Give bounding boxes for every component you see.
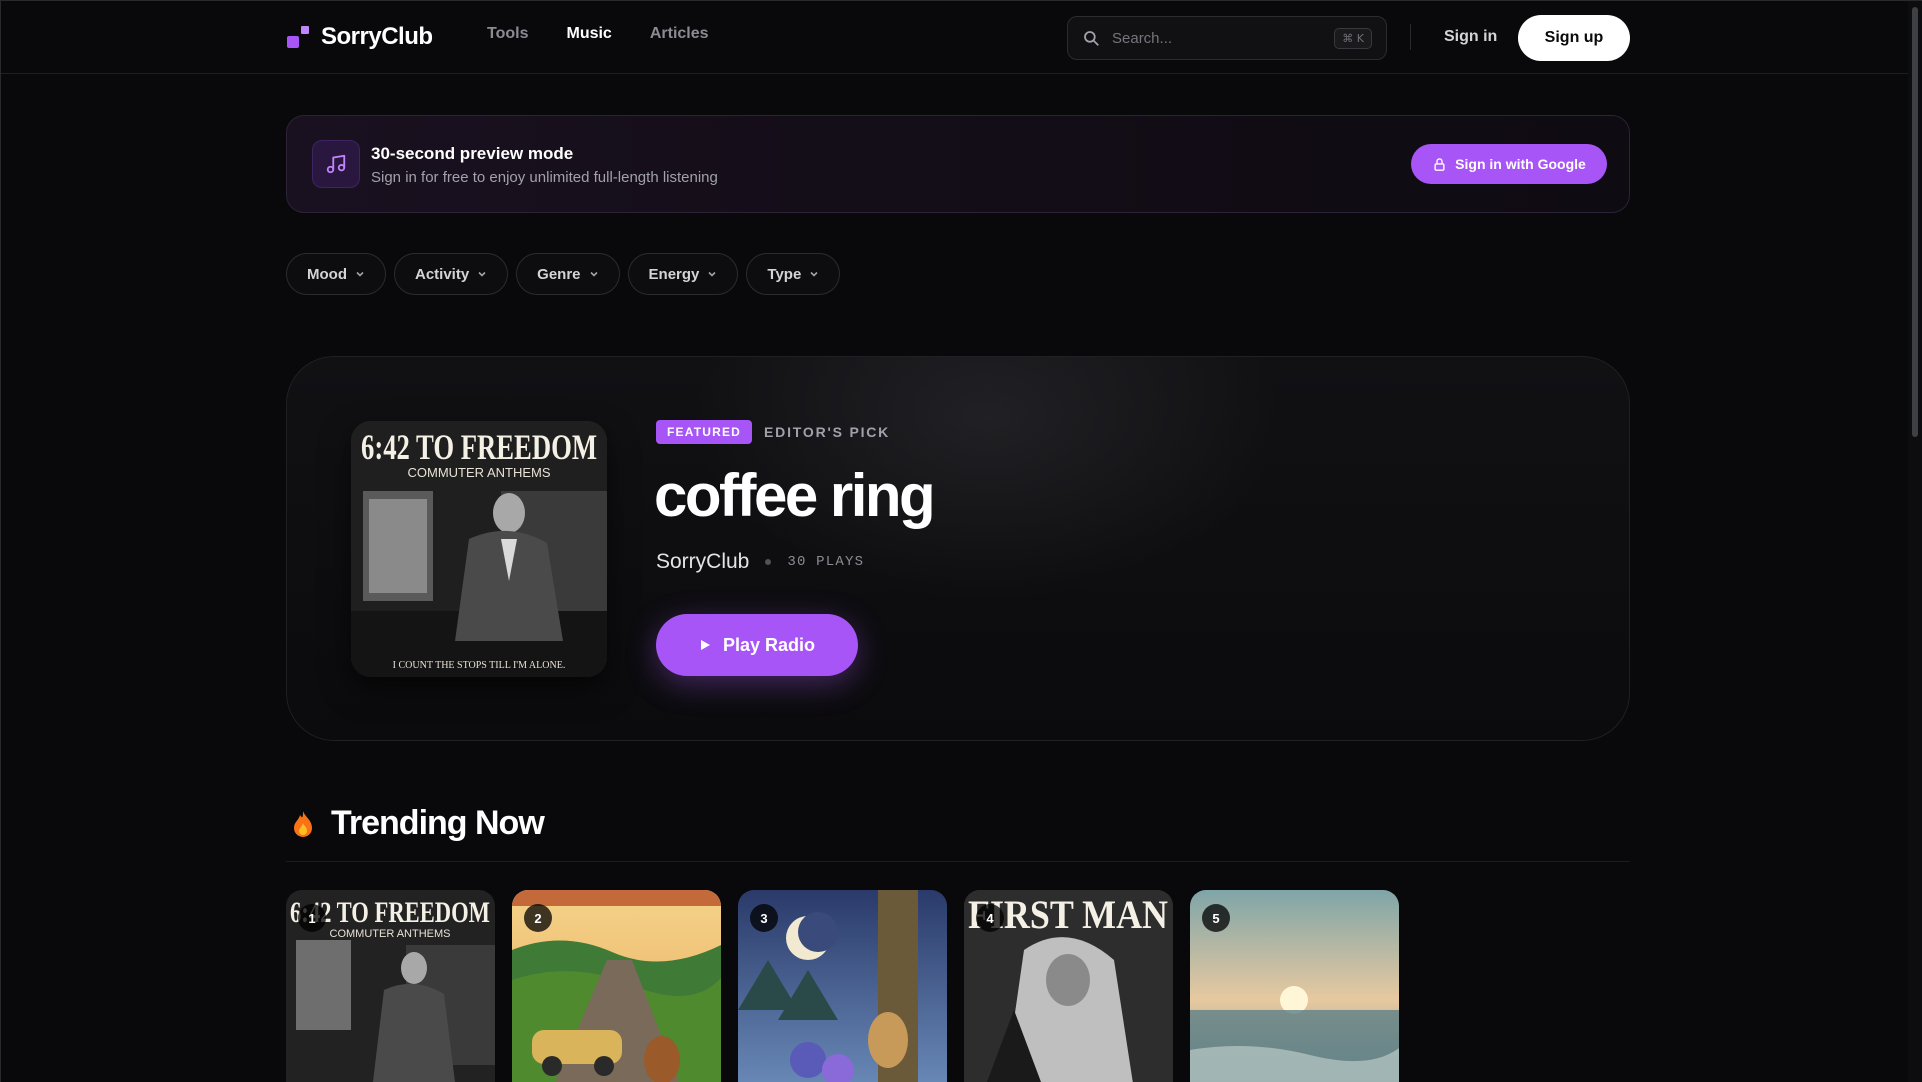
- cover-headline: 6:42 TO FREEDOM: [361, 427, 597, 467]
- sign-in-link[interactable]: Sign in: [1444, 28, 1497, 46]
- brand-logo-icon: [287, 26, 309, 48]
- filter-label: Activity: [414, 265, 470, 283]
- nav-link-tools[interactable]: Tools: [487, 25, 528, 43]
- trending-cards: 6:42 TO FREEDOM COMMUTER ANTHEMS 1 2 3 F…: [286, 890, 1399, 1082]
- sign-in-with-google-button[interactable]: Sign in with Google: [1411, 144, 1607, 184]
- trending-card[interactable]: 6:42 TO FREEDOM COMMUTER ANTHEMS 1: [286, 890, 495, 1082]
- filter-mood-dropdown[interactable]: Mood: [286, 253, 386, 295]
- filter-label: Type: [767, 265, 802, 283]
- main-nav: Tools Music Articles: [487, 25, 709, 43]
- rank-badge: 5: [1202, 904, 1230, 932]
- sign-in-with-google-label: Sign in with Google: [1455, 156, 1586, 172]
- filter-label: Genre: [537, 265, 581, 283]
- filter-genre-dropdown[interactable]: Genre: [516, 253, 620, 295]
- search-shortcut-hint: ⌘ K: [1334, 27, 1372, 49]
- banner-title: 30-second preview mode: [371, 144, 574, 163]
- sign-up-button[interactable]: Sign up: [1518, 15, 1630, 61]
- banner-subtitle: Sign in for free to enjoy unlimited full…: [371, 169, 718, 186]
- featured-artist-row: SorryClub 30 PLAYS: [656, 550, 864, 574]
- section-divider: [286, 861, 1630, 862]
- brand-name: SorryClub: [321, 23, 433, 50]
- nav-link-articles[interactable]: Articles: [650, 25, 709, 43]
- trending-card[interactable]: 5: [1190, 890, 1399, 1082]
- filter-activity-dropdown[interactable]: Activity: [393, 253, 509, 295]
- trending-title: Trending Now: [331, 804, 545, 842]
- rank-badge: 1: [298, 904, 326, 932]
- fire-icon: [294, 810, 312, 837]
- featured-meta: FEATURED EDITOR'S PICK: [656, 420, 890, 444]
- cover-footer: I COUNT THE STOPS TILL I'M ALONE.: [393, 660, 566, 671]
- play-radio-label: Play Radio: [722, 634, 816, 655]
- top-navbar: SorryClub Tools Music Articles ⌘ K Sign …: [1, 1, 1911, 74]
- cover-subtitle: COMMUTER ANTHEMS: [408, 465, 551, 480]
- search-input[interactable]: [1112, 29, 1323, 47]
- trending-card[interactable]: 3: [738, 890, 947, 1082]
- featured-album-cover[interactable]: 6:42 TO FREEDOM COMMUTER ANTHEMS I COUNT…: [351, 421, 607, 677]
- filter-energy-dropdown[interactable]: Energy: [627, 253, 739, 295]
- featured-badge: FEATURED: [656, 420, 753, 444]
- rank-badge: 2: [524, 904, 552, 932]
- page: SorryClub Tools Music Articles ⌘ K Sign …: [0, 0, 1922, 1082]
- nav-divider: [1410, 24, 1411, 50]
- search-box[interactable]: ⌘ K: [1067, 16, 1387, 60]
- filter-type-dropdown[interactable]: Type: [746, 253, 841, 295]
- filter-label: Mood: [307, 265, 347, 283]
- nav-link-music[interactable]: Music: [566, 25, 611, 43]
- chevron-down-icon: [810, 271, 818, 277]
- trending-header: Trending Now: [291, 804, 545, 843]
- editors-pick-label: EDITOR'S PICK: [764, 424, 891, 440]
- play-radio-button[interactable]: Play Radio: [656, 614, 858, 676]
- card-subtitle: COMMUTER ANTHEMS: [330, 928, 451, 940]
- page-scrollbar[interactable]: [1908, 1, 1922, 1082]
- featured-artist-name[interactable]: SorryClub: [656, 550, 749, 574]
- rank-badge: 4: [976, 904, 1004, 932]
- play-count: 30 PLAYS: [787, 554, 865, 570]
- separator-dot: [765, 559, 772, 565]
- trending-card[interactable]: 2: [512, 890, 721, 1082]
- scrollbar-thumb[interactable]: [1912, 7, 1918, 437]
- chevron-down-icon: [708, 271, 716, 277]
- chevron-down-icon: [356, 271, 364, 277]
- rank-badge: 3: [750, 904, 778, 932]
- filter-bar: Mood Activity Genre Energy Type: [286, 253, 841, 295]
- featured-track-card: 6:42 TO FREEDOM COMMUTER ANTHEMS I COUNT…: [286, 356, 1630, 741]
- chevron-down-icon: [478, 271, 486, 277]
- featured-track-title[interactable]: coffee ring: [654, 461, 936, 530]
- filter-label: Energy: [648, 265, 700, 283]
- trending-card[interactable]: FIRST MAN 4: [964, 890, 1173, 1082]
- music-note-icon: [312, 140, 360, 188]
- play-icon: [700, 640, 710, 650]
- brand[interactable]: SorryClub: [287, 21, 433, 53]
- chevron-down-icon: [589, 271, 598, 277]
- lock-icon: [1434, 157, 1445, 171]
- search-icon: [1084, 31, 1099, 46]
- preview-mode-banner: 30-second preview mode Sign in for free …: [286, 115, 1630, 213]
